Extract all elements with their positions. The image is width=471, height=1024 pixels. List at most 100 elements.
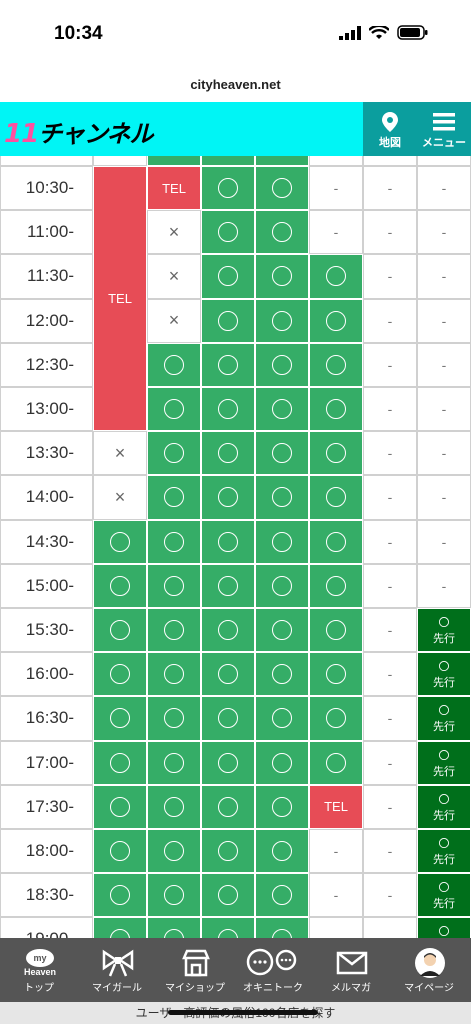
available-slot-cell[interactable]	[147, 519, 201, 564]
available-slot-cell[interactable]	[147, 342, 201, 387]
available-slot-cell[interactable]	[255, 652, 309, 697]
available-slot-cell[interactable]	[201, 563, 255, 608]
available-slot-cell[interactable]	[255, 784, 309, 829]
available-slot-cell[interactable]	[255, 519, 309, 564]
tel-slot-cell[interactable]: TEL	[147, 166, 201, 211]
available-slot-cell[interactable]	[309, 740, 363, 785]
pre-reservation-slot-cell[interactable]: 〇先行	[417, 873, 471, 918]
available-slot-cell[interactable]	[255, 608, 309, 653]
available-slot-cell[interactable]	[255, 387, 309, 432]
pre-reservation-slot-cell[interactable]: 〇先行	[417, 696, 471, 741]
available-slot-cell[interactable]	[201, 696, 255, 741]
available-slot-cell[interactable]	[93, 519, 147, 564]
available-slot-cell[interactable]	[309, 387, 363, 432]
url-bar[interactable]: cityheaven.net	[0, 68, 471, 102]
available-slot-cell[interactable]	[147, 740, 201, 785]
available-slot-cell[interactable]	[201, 431, 255, 476]
available-slot-cell[interactable]	[201, 652, 255, 697]
available-slot-cell[interactable]	[147, 829, 201, 874]
available-slot-cell[interactable]	[147, 608, 201, 653]
available-slot-cell[interactable]	[147, 873, 201, 918]
available-slot-cell[interactable]	[147, 917, 201, 938]
map-button[interactable]: 地図	[363, 102, 417, 156]
available-slot-cell[interactable]	[255, 254, 309, 299]
available-slot-cell[interactable]	[255, 475, 309, 520]
pre-reservation-slot-cell[interactable]: 〇先行	[417, 784, 471, 829]
available-slot-cell[interactable]	[93, 784, 147, 829]
available-slot-cell[interactable]	[201, 873, 255, 918]
available-slot-cell[interactable]	[255, 342, 309, 387]
available-slot-cell[interactable]	[309, 563, 363, 608]
pre-reservation-label: 先行	[433, 633, 455, 646]
available-slot-cell[interactable]	[309, 608, 363, 653]
available-slot-cell[interactable]	[201, 740, 255, 785]
available-slot-cell[interactable]	[255, 563, 309, 608]
available-slot-cell[interactable]	[147, 784, 201, 829]
available-slot-cell[interactable]	[309, 696, 363, 741]
available-slot-cell[interactable]	[147, 387, 201, 432]
tel-slot-cell[interactable]: TEL	[93, 166, 147, 432]
pre-reservation-slot-cell[interactable]: 〇先行	[417, 917, 471, 938]
tab-okini-talk[interactable]: オキニトーク	[234, 938, 312, 1002]
status-time: 10:34	[54, 23, 103, 44]
available-slot-cell[interactable]	[93, 740, 147, 785]
available-slot-cell[interactable]	[201, 475, 255, 520]
available-slot-cell[interactable]	[147, 475, 201, 520]
available-slot-cell[interactable]	[201, 917, 255, 938]
available-slot-cell[interactable]	[255, 210, 309, 255]
available-slot-cell[interactable]	[147, 431, 201, 476]
available-slot-cell[interactable]	[93, 563, 147, 608]
available-slot-cell[interactable]	[147, 563, 201, 608]
available-slot-cell[interactable]	[201, 829, 255, 874]
slot-cell[interactable]	[201, 156, 255, 166]
available-slot-cell[interactable]	[255, 431, 309, 476]
available-slot-cell[interactable]	[309, 519, 363, 564]
tab-my-girl[interactable]: マイガール	[78, 938, 156, 1002]
available-slot-cell[interactable]	[201, 519, 255, 564]
available-slot-cell[interactable]	[255, 873, 309, 918]
available-slot-cell[interactable]	[201, 784, 255, 829]
available-slot-cell[interactable]	[309, 652, 363, 697]
pre-reservation-slot-cell[interactable]: 〇先行	[417, 829, 471, 874]
available-slot-cell[interactable]	[201, 298, 255, 343]
available-slot-cell[interactable]	[309, 475, 363, 520]
pre-reservation-slot-cell[interactable]: 〇先行	[417, 740, 471, 785]
available-slot-cell[interactable]	[201, 166, 255, 211]
available-slot-cell[interactable]	[309, 254, 363, 299]
available-slot-cell[interactable]	[309, 342, 363, 387]
menu-button[interactable]: メニュー	[417, 102, 471, 156]
available-slot-cell[interactable]	[255, 829, 309, 874]
available-slot-cell[interactable]	[309, 431, 363, 476]
available-slot-cell[interactable]	[93, 652, 147, 697]
available-slot-cell[interactable]	[93, 608, 147, 653]
available-slot-cell[interactable]	[255, 917, 309, 938]
tab-my-page[interactable]: マイページ	[390, 938, 468, 1002]
tab-top[interactable]: my Heaven トップ	[0, 938, 78, 1002]
available-slot-cell[interactable]	[201, 210, 255, 255]
available-slot-cell[interactable]	[201, 608, 255, 653]
available-slot-cell[interactable]	[201, 387, 255, 432]
available-slot-cell[interactable]	[93, 917, 147, 938]
available-slot-cell[interactable]	[255, 696, 309, 741]
available-slot-cell[interactable]	[201, 342, 255, 387]
available-slot-cell[interactable]	[255, 740, 309, 785]
time-label: 18:00-	[0, 829, 93, 874]
pre-reservation-slot-cell[interactable]: 〇先行	[417, 608, 471, 653]
pre-reservation-slot-cell[interactable]: 〇先行	[417, 652, 471, 697]
slot-cell[interactable]	[147, 156, 201, 166]
available-slot-cell[interactable]	[147, 652, 201, 697]
tab-mail-magazine[interactable]: メルマガ	[312, 938, 390, 1002]
available-slot-cell[interactable]	[93, 829, 147, 874]
shop-logo[interactable]: 11チャンネル	[4, 114, 153, 149]
available-slot-cell[interactable]	[147, 696, 201, 741]
available-slot-cell[interactable]	[201, 254, 255, 299]
available-slot-cell[interactable]	[255, 298, 309, 343]
available-slot-cell[interactable]	[255, 166, 309, 211]
available-slot-cell[interactable]	[309, 298, 363, 343]
closed-label: -	[387, 533, 393, 550]
available-slot-cell[interactable]	[93, 873, 147, 918]
slot-cell[interactable]	[255, 156, 309, 166]
available-slot-cell[interactable]	[93, 696, 147, 741]
tab-my-shop[interactable]: マイショップ	[156, 938, 234, 1002]
tel-slot-cell[interactable]: TEL	[309, 784, 363, 829]
